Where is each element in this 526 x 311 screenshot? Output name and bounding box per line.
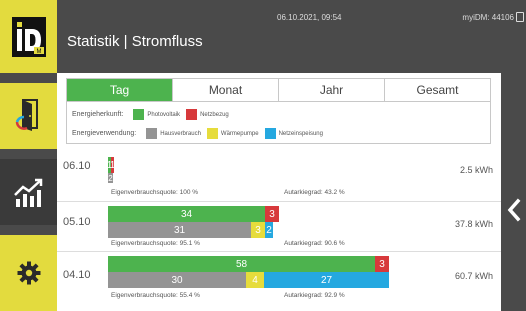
bar-segment-pv: 58	[108, 256, 375, 272]
day-list: 06.10 1 1 2 2.5 kWh Eigenverbrauchsquote…	[57, 153, 501, 302]
day-date: 05.10	[63, 216, 91, 228]
legend-item-hausverbrauch: Hausverbrauch	[146, 128, 201, 139]
bar-segment-heatpump: 3	[251, 222, 265, 238]
legend-item-netzeinspeisung: Netzeinspeisung	[264, 128, 323, 139]
day-row[interactable]: 05.10 34 3 31 3 2 37.8 kWh Eigenverbrauc…	[57, 202, 501, 252]
idm-logo-icon: M	[11, 16, 46, 57]
bar-segment-feedin: 2	[265, 222, 273, 238]
gear-icon	[17, 261, 40, 285]
self-use-ratio: Eigenverbrauchsquote: 100 %	[111, 189, 199, 196]
day-row[interactable]: 04.10 58 3 30 4 27 60.7 kWh Eigenverbrau…	[57, 252, 501, 302]
legend-item-netzbezug: Netzbezug	[186, 109, 229, 120]
legend-swatch	[264, 128, 276, 139]
tab-month[interactable]: Monat	[173, 79, 279, 101]
timestamp: 06.10.2021, 09:54	[277, 13, 342, 22]
autarky-ratio: Autarkiegrad: 92.9 %	[284, 292, 345, 299]
day-ratios: Eigenverbrauchsquote: 55.4 % Autarkiegra…	[111, 292, 345, 299]
svg-text:M: M	[36, 49, 41, 55]
bar-segment-heatpump: 4	[246, 272, 264, 288]
sidebar-separator	[0, 149, 57, 159]
legend-swatch	[206, 128, 218, 139]
bar-segment-house: 30	[108, 272, 246, 288]
bar-segment-house: 2	[108, 173, 113, 183]
self-use-ratio: Eigenverbrauchsquote: 95.1 %	[111, 240, 200, 247]
legend-use-label: Energieverwendung:	[72, 130, 137, 137]
header-bar: 06.10.2021, 09:54 myiDM: 44106 Statistik…	[57, 0, 526, 73]
source-bar: 1 1	[108, 157, 114, 173]
bar-segment-grid: 3	[265, 206, 279, 222]
legend-use-row: Energieverwendung: Hausverbrauch Wärmepu…	[72, 128, 329, 139]
legend-item-label: Hausverbrauch	[160, 130, 201, 137]
page-title: Statistik | Stromfluss	[67, 33, 203, 50]
legend-swatch	[133, 109, 145, 120]
bar-segment-feedin: 27	[264, 272, 389, 288]
device-id: myiDM: 44106	[462, 13, 514, 22]
day-ratios: Eigenverbrauchsquote: 100 % Autarkiegrad…	[111, 189, 345, 196]
expand-panel-button[interactable]	[507, 198, 521, 222]
idm-logo[interactable]: M	[0, 0, 57, 73]
bar-segment-house: 31	[108, 222, 251, 238]
bar-segment-grid: 1	[111, 157, 114, 173]
sidebar-item-settings[interactable]	[0, 235, 57, 311]
tab-year[interactable]: Jahr	[279, 79, 385, 101]
legend-item-label: Netzbezug	[200, 111, 229, 118]
day-total: 60.7 kWh	[454, 271, 493, 281]
sidebar-item-exit[interactable]	[0, 83, 57, 149]
sidebar-item-statistics[interactable]	[0, 159, 57, 225]
sidebar: M	[0, 0, 57, 311]
use-bar: 2	[108, 173, 113, 183]
self-use-ratio: Eigenverbrauchsquote: 55.4 %	[111, 292, 200, 299]
autarky-ratio: Autarkiegrad: 43.2 %	[284, 189, 345, 196]
legend-swatch	[186, 109, 198, 120]
tab-day[interactable]: Tag	[67, 79, 173, 101]
source-bar: 34 3	[108, 206, 279, 222]
legend-item-label: Photovoltaik	[147, 111, 181, 118]
legend-item-label: Netzeinspeisung	[278, 130, 323, 137]
right-rail	[501, 73, 526, 311]
period-tabs: Tag Monat Jahr Gesamt	[66, 78, 491, 102]
sidebar-separator	[0, 73, 57, 83]
bar-segment-grid: 3	[375, 256, 389, 272]
legend-swatch	[146, 128, 158, 139]
autarky-ratio: Autarkiegrad: 90.6 %	[284, 240, 345, 247]
bar-segment-pv: 34	[108, 206, 265, 222]
legend-item-waermepumpe: Wärmepumpe	[206, 128, 259, 139]
day-ratios: Eigenverbrauchsquote: 95.1 % Autarkiegra…	[111, 240, 345, 247]
use-bar: 31 3 2	[108, 222, 273, 238]
legend-item-label: Wärmepumpe	[220, 130, 259, 137]
door-icon	[15, 99, 38, 131]
day-date: 06.10	[63, 160, 91, 172]
legend-source-label: Energieherkunft:	[72, 111, 124, 118]
chevron-left-icon	[507, 198, 521, 222]
legend: Energieherkunft: Photovoltaik Netzbezug …	[66, 102, 491, 144]
main-content: Tag Monat Jahr Gesamt Energieherkunft: P…	[57, 73, 501, 311]
tab-total[interactable]: Gesamt	[385, 79, 490, 101]
statistics-chart-icon	[13, 178, 42, 207]
source-bar: 58 3	[108, 256, 389, 272]
legend-item-photovoltaik: Photovoltaik	[133, 109, 180, 120]
device-icon[interactable]	[516, 12, 524, 22]
use-bar: 30 4 27	[108, 272, 389, 288]
sidebar-separator	[0, 225, 57, 235]
day-row[interactable]: 06.10 1 1 2 2.5 kWh Eigenverbrauchsquote…	[57, 153, 501, 202]
day-total: 2.5 kWh	[459, 165, 493, 175]
day-total: 37.8 kWh	[454, 219, 493, 229]
day-date: 04.10	[63, 269, 91, 281]
legend-source-row: Energieherkunft: Photovoltaik Netzbezug	[72, 109, 235, 120]
